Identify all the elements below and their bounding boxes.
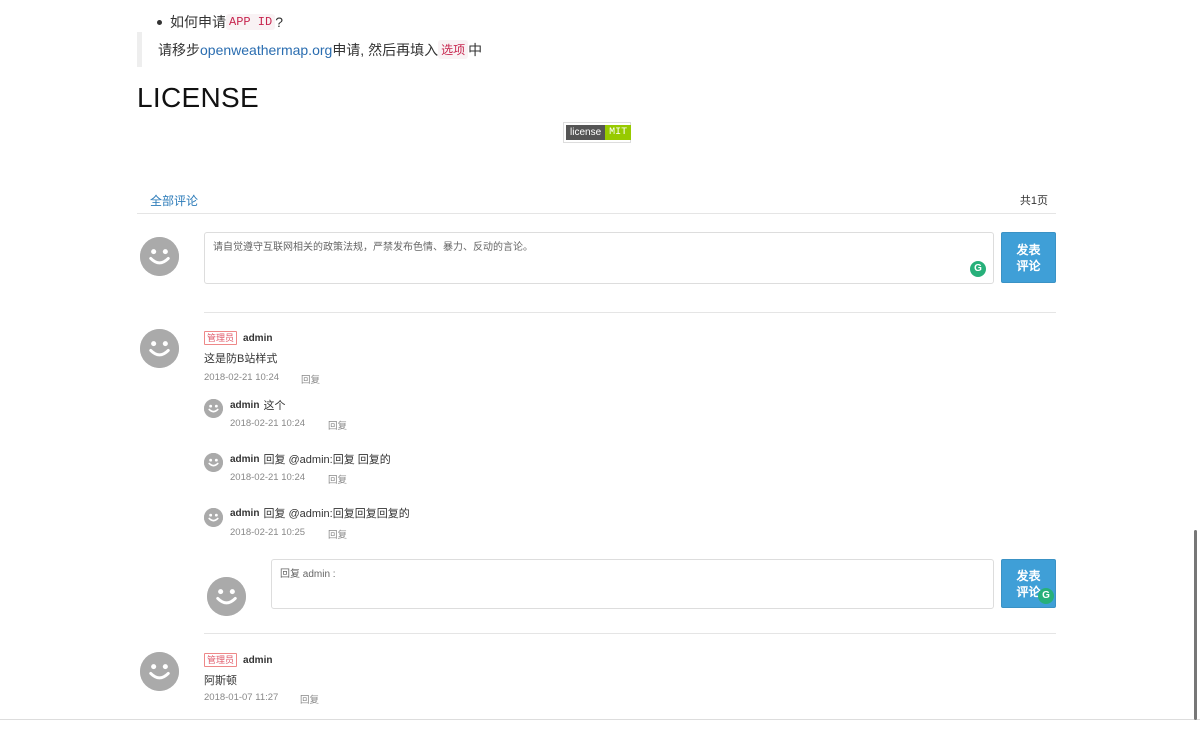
bullet-code: APP ID — [226, 14, 276, 30]
reply-button-line1: 发表 — [1016, 568, 1041, 583]
bullet-prefix: 如何申请 — [170, 14, 226, 30]
license-heading: LICENSE — [137, 82, 259, 113]
admin-badge: 管理员 — [204, 331, 238, 345]
reply-link[interactable]: 回复 — [328, 418, 347, 432]
comment-author: 管理员 admin — [204, 331, 272, 345]
quote-prefix: 请移步 — [158, 41, 200, 58]
comment-author: 管理员 admin — [204, 653, 272, 667]
comment-text: 这是防B站样式 — [204, 353, 278, 365]
badge-right: MIT — [605, 125, 632, 140]
comments-header: 全部评论 共1页 — [137, 190, 1056, 214]
reply-button-line2: 评论 — [1016, 584, 1041, 599]
bullet-dot — [157, 19, 162, 25]
reply-date: 2018-02-21 10:24 — [230, 472, 306, 483]
reply-username[interactable]: admin — [230, 508, 259, 519]
reply-link[interactable]: 回复 — [300, 692, 319, 706]
reply-placeholder: 回复 admin : — [280, 569, 336, 580]
grammarly-icon[interactable]: G — [1038, 588, 1054, 604]
bullet-suffix: ? — [275, 14, 284, 30]
reply-username[interactable]: admin — [230, 400, 259, 411]
comment-input[interactable]: 请自觉遵守互联网相关的政策法规，严禁发布色情、暴力、反动的言论。 — [204, 232, 994, 284]
page-bottom-border — [0, 719, 1200, 720]
smiley-avatar-icon — [140, 329, 179, 368]
reply-link[interactable]: 回复 — [301, 372, 320, 386]
smiley-avatar-icon — [204, 508, 223, 527]
reply-date: 2018-02-21 10:24 — [230, 418, 306, 429]
reply-text: 这个 — [263, 400, 286, 412]
post-comment-button[interactable]: 发表 评论 — [1001, 232, 1056, 283]
reply-text: 回复 @admin:回复回复回复的 — [263, 508, 410, 520]
reply-date: 2018-02-21 10:25 — [230, 527, 306, 538]
post-button-line1: 发表 — [1016, 242, 1041, 257]
reply-input[interactable]: 回复 admin : — [271, 559, 994, 609]
admin-badge: 管理员 — [204, 653, 238, 667]
openweathermap-link[interactable]: openweathermap.org — [200, 42, 332, 58]
smiley-avatar-icon — [204, 453, 223, 472]
reply-item: admin 回复 @admin:回复 回复的 — [230, 451, 391, 467]
smiley-avatar-icon — [140, 237, 179, 276]
quote-suffix: 中 — [468, 41, 483, 58]
comment-text: 阿斯顿 — [204, 675, 237, 687]
grammarly-icon[interactable]: G — [970, 261, 986, 277]
comment-username[interactable]: admin — [243, 655, 272, 666]
badge-left: license — [566, 125, 606, 140]
divider — [204, 633, 1056, 634]
divider — [204, 312, 1056, 313]
quote-code: 选项 — [438, 40, 469, 59]
comment-username[interactable]: admin — [243, 333, 272, 344]
doc-blockquote: 请移步 openweathermap.org 申请, 然后再填入 选项 中 — [137, 32, 1056, 67]
license-badge[interactable]: license MIT — [563, 122, 632, 143]
doc-bullet: 如何申请 APP ID ? — [157, 12, 283, 32]
smiley-avatar-icon — [140, 652, 179, 691]
comment-placeholder: 请自觉遵守互联网相关的政策法规，严禁发布色情、暴力、反动的言论。 — [213, 242, 533, 253]
smiley-avatar-icon — [207, 577, 246, 616]
post-button-line2: 评论 — [1016, 258, 1041, 273]
reply-text: 回复 @admin:回复 回复的 — [263, 454, 391, 466]
reply-username[interactable]: admin — [230, 454, 259, 465]
reply-item: admin 这个 — [230, 397, 285, 413]
reply-link[interactable]: 回复 — [328, 527, 347, 541]
reply-link[interactable]: 回复 — [328, 472, 347, 486]
comment-date: 2018-02-21 10:24 — [204, 372, 280, 383]
page-count: 共1页 — [1019, 195, 1048, 207]
reply-item: admin 回复 @admin:回复回复回复的 — [230, 505, 410, 521]
smiley-avatar-icon — [204, 399, 223, 418]
tab-all-comments[interactable]: 全部评论 — [150, 192, 198, 209]
scrollbar[interactable] — [1194, 530, 1197, 720]
comment-date: 2018-01-07 11:27 — [204, 692, 279, 703]
quote-mid: 申请, 然后再填入 — [332, 41, 439, 58]
